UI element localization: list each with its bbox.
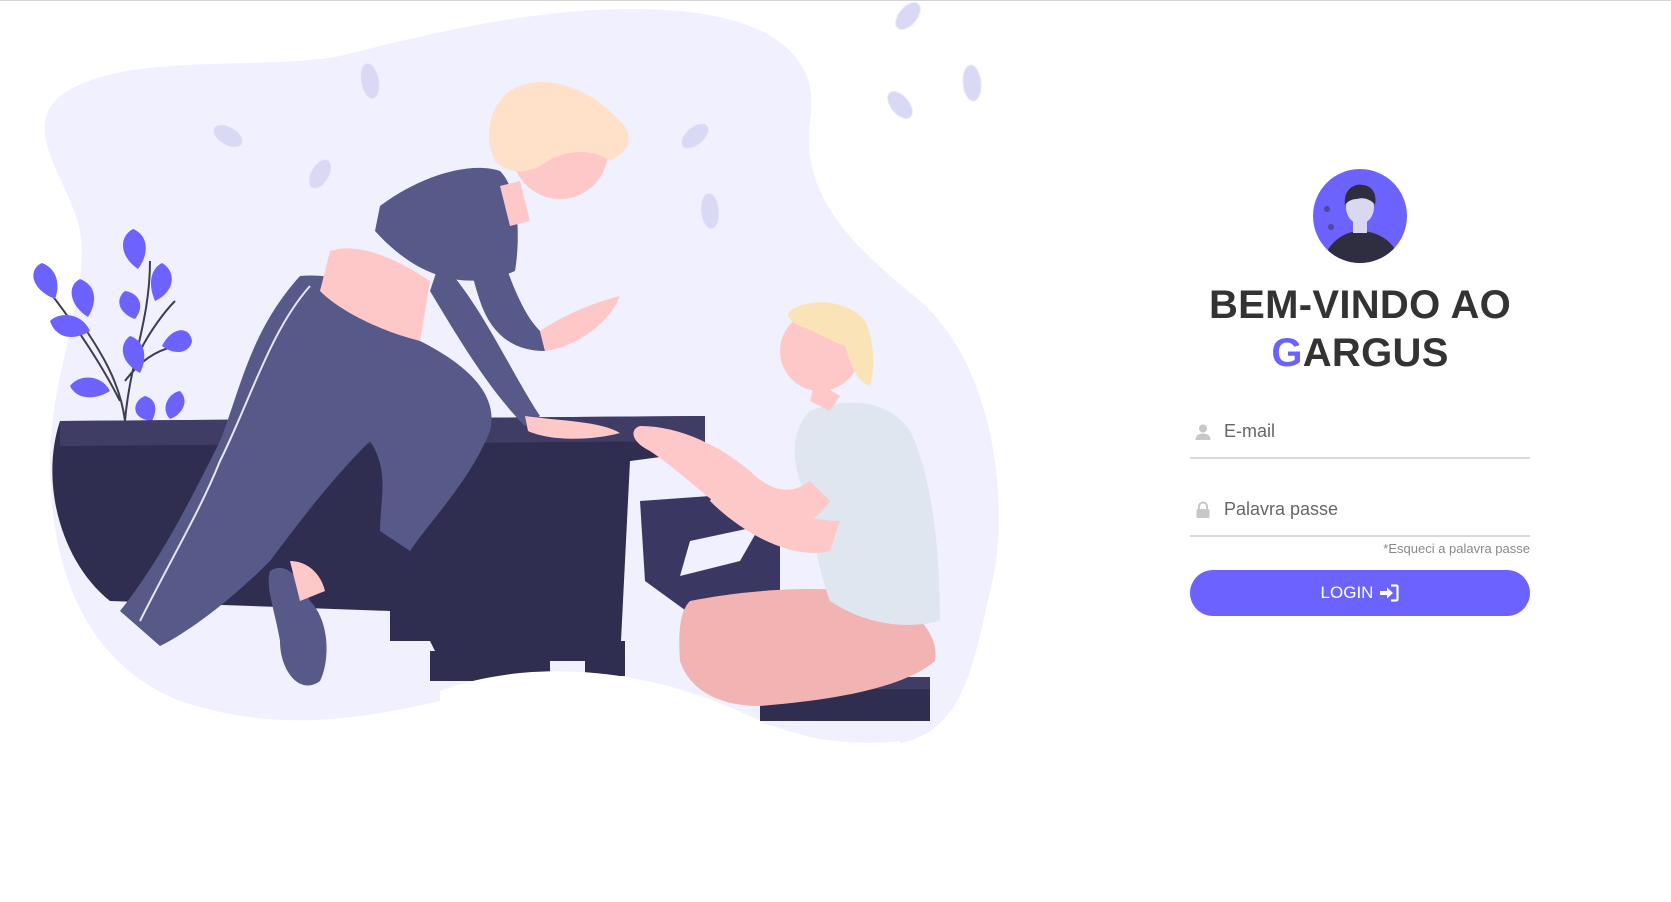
email-input[interactable] bbox=[1224, 413, 1514, 449]
sign-in-icon bbox=[1380, 584, 1400, 602]
title-rest: ARGUS bbox=[1302, 331, 1449, 375]
login-panel: BEM-VINDO AO GARGUS *Esqueci a palavra p… bbox=[1190, 169, 1530, 616]
login-page: BEM-VINDO AO GARGUS *Esqueci a palavra p… bbox=[0, 0, 1671, 902]
avatar-icon bbox=[1313, 169, 1407, 263]
welcome-title-line1: BEM-VINDO AO bbox=[1208, 283, 1512, 327]
piano-illustration bbox=[33, 1, 999, 801]
forgot-password-link[interactable]: *Esqueci a palavra passe bbox=[1190, 541, 1530, 556]
email-field-row bbox=[1190, 403, 1530, 459]
title-accent-letter: G bbox=[1271, 331, 1303, 375]
welcome-title: BEM-VINDO AO GARGUS bbox=[1190, 281, 1530, 377]
lock-icon bbox=[1196, 501, 1210, 518]
welcome-title-line2: GARGUS bbox=[1190, 329, 1530, 377]
user-icon bbox=[1195, 424, 1211, 440]
login-button-label: LOGIN bbox=[1320, 583, 1374, 602]
login-button[interactable]: LOGIN bbox=[1190, 570, 1530, 616]
password-field-row bbox=[1190, 481, 1530, 537]
password-input[interactable] bbox=[1224, 491, 1514, 527]
